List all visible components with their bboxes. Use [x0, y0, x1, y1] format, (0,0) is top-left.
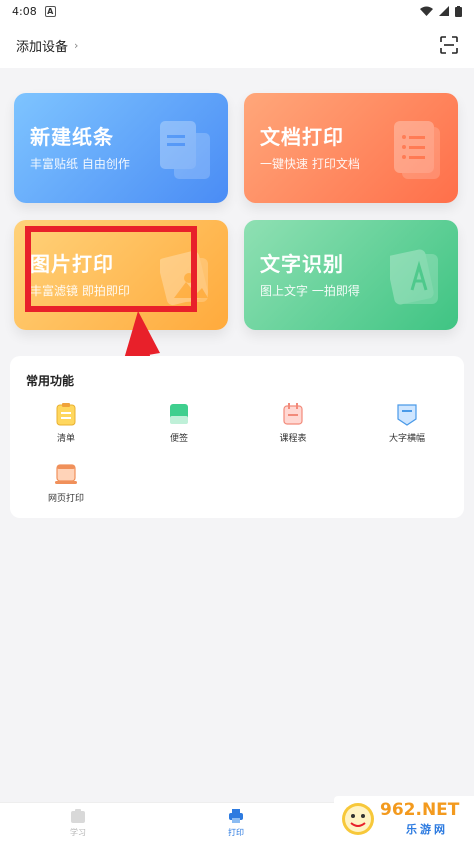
document-print-card[interactable]: 文档打印 一键快速 打印文档 — [244, 93, 458, 203]
status-bar: 4:08 A — [0, 0, 474, 22]
timetable-icon — [283, 403, 303, 425]
function-timetable[interactable]: 课程表 — [258, 402, 328, 444]
photo-icon — [160, 250, 208, 306]
checklist-icon — [56, 403, 76, 426]
web-print-icon — [55, 464, 77, 484]
section-title: 常用功能 — [26, 374, 75, 388]
battery-icon — [455, 5, 462, 17]
study-icon — [71, 809, 85, 823]
tab-label: 打印 — [228, 828, 244, 837]
function-label: 课程表 — [279, 434, 307, 444]
card-title: 图片打印 — [30, 252, 114, 276]
scan-icon[interactable] — [440, 36, 458, 54]
watermark-subtext: 乐游网 — [406, 823, 448, 836]
document-list-icon — [394, 121, 440, 179]
tab-study[interactable]: 学习 — [48, 808, 108, 838]
watermark-face-icon — [342, 803, 374, 835]
function-label: 清单 — [56, 434, 75, 444]
card-subtitle: 一键快速 打印文档 — [260, 157, 360, 171]
watermark-text: 962.NET — [380, 800, 460, 820]
card-title: 文档打印 — [260, 125, 344, 149]
text-recognition-card[interactable]: 文字识别 图上文字 一拍即得 — [244, 220, 458, 330]
function-web-print[interactable]: 网页打印 — [31, 462, 101, 504]
card-title: 新建纸条 — [30, 125, 114, 149]
app-notification-icon: A — [44, 5, 56, 17]
add-device-button[interactable]: 添加设备 › — [16, 36, 78, 55]
card-title: 文字识别 — [260, 252, 344, 276]
printer-icon — [229, 809, 243, 823]
text-a-icon — [390, 249, 438, 305]
banner-icon — [397, 404, 417, 426]
add-device-label: 添加设备 — [16, 39, 69, 55]
card-subtitle: 丰富滤镜 即拍即印 — [30, 284, 130, 298]
function-label: 便签 — [169, 434, 188, 444]
common-functions-panel: 常用功能 清单 便签 课程表 大字横幅 网页打印 — [10, 356, 464, 518]
status-indicators — [420, 5, 462, 17]
signal-icon — [439, 6, 449, 16]
chevron-right-icon: › — [74, 38, 79, 52]
new-note-card[interactable]: 新建纸条 丰富贴纸 自由创作 — [14, 93, 228, 203]
document-stack-icon — [160, 121, 210, 179]
tab-print[interactable]: 打印 — [206, 808, 266, 838]
card-subtitle: 丰富贴纸 自由创作 — [30, 157, 130, 171]
tab-label: 学习 — [70, 828, 86, 837]
top-header: 添加设备 › — [0, 22, 474, 68]
photo-print-card[interactable]: 图片打印 丰富滤镜 即拍即印 — [14, 220, 228, 330]
function-checklist[interactable]: 清单 — [31, 402, 101, 444]
card-subtitle: 图上文字 一拍即得 — [260, 284, 360, 298]
sticky-note-icon — [170, 404, 188, 424]
function-sticky-note[interactable]: 便签 — [144, 402, 214, 444]
status-time: 4:08 — [12, 4, 37, 18]
wifi-icon — [420, 6, 433, 16]
function-label: 网页打印 — [47, 494, 84, 504]
function-label: 大字横幅 — [388, 434, 425, 444]
watermark-logo: 962.NET 乐游网 — [334, 796, 474, 842]
function-big-banner[interactable]: 大字横幅 — [372, 402, 442, 444]
